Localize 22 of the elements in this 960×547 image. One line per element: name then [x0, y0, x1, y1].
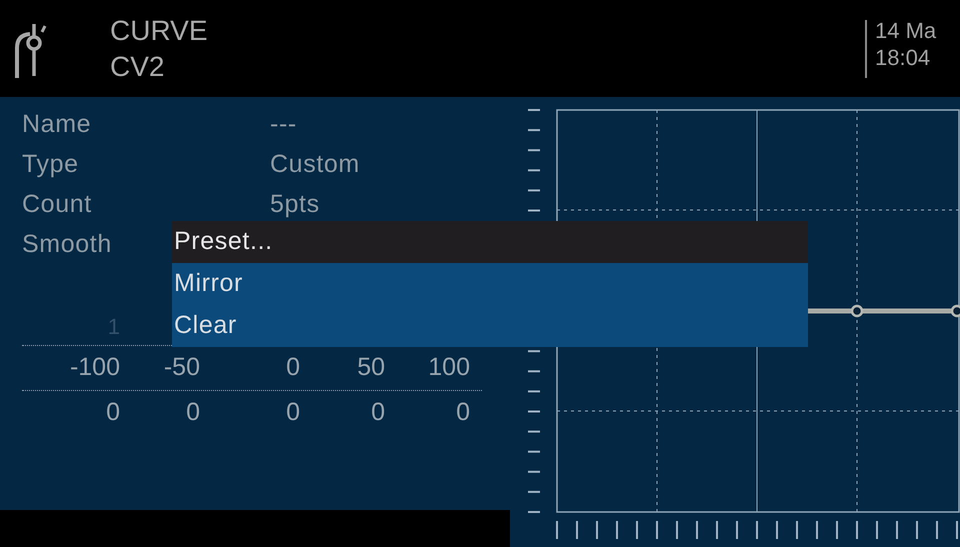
point-x-value: -100 — [68, 352, 121, 384]
field-value: 5pts — [270, 189, 320, 220]
point-y-value: 0 — [285, 397, 301, 428]
field-value: --- — [270, 109, 297, 140]
time-text: 18:04 — [875, 47, 932, 69]
point-y-value: 0 — [455, 397, 471, 428]
field-label: Name — [22, 110, 92, 138]
point-y-value: 0 — [185, 397, 201, 428]
point-x-value: 50 — [356, 352, 386, 384]
point-y-value: 0 — [370, 397, 386, 428]
point-x-value: 100 — [427, 352, 471, 384]
field-label: Count — [22, 190, 92, 218]
date-text: 14 Ma — [875, 20, 936, 42]
screen-title: CURVE — [110, 16, 208, 44]
curve-name: CV2 — [110, 52, 166, 80]
point-x-value: -50 — [162, 352, 201, 384]
field-value: Custom — [270, 149, 360, 180]
field-label: Smooth — [22, 230, 112, 258]
field-label: Type — [22, 150, 79, 178]
menu-item[interactable]: Preset... — [172, 221, 808, 263]
point-x-value: 0 — [285, 352, 301, 384]
point-y-value: 0 — [105, 397, 121, 428]
